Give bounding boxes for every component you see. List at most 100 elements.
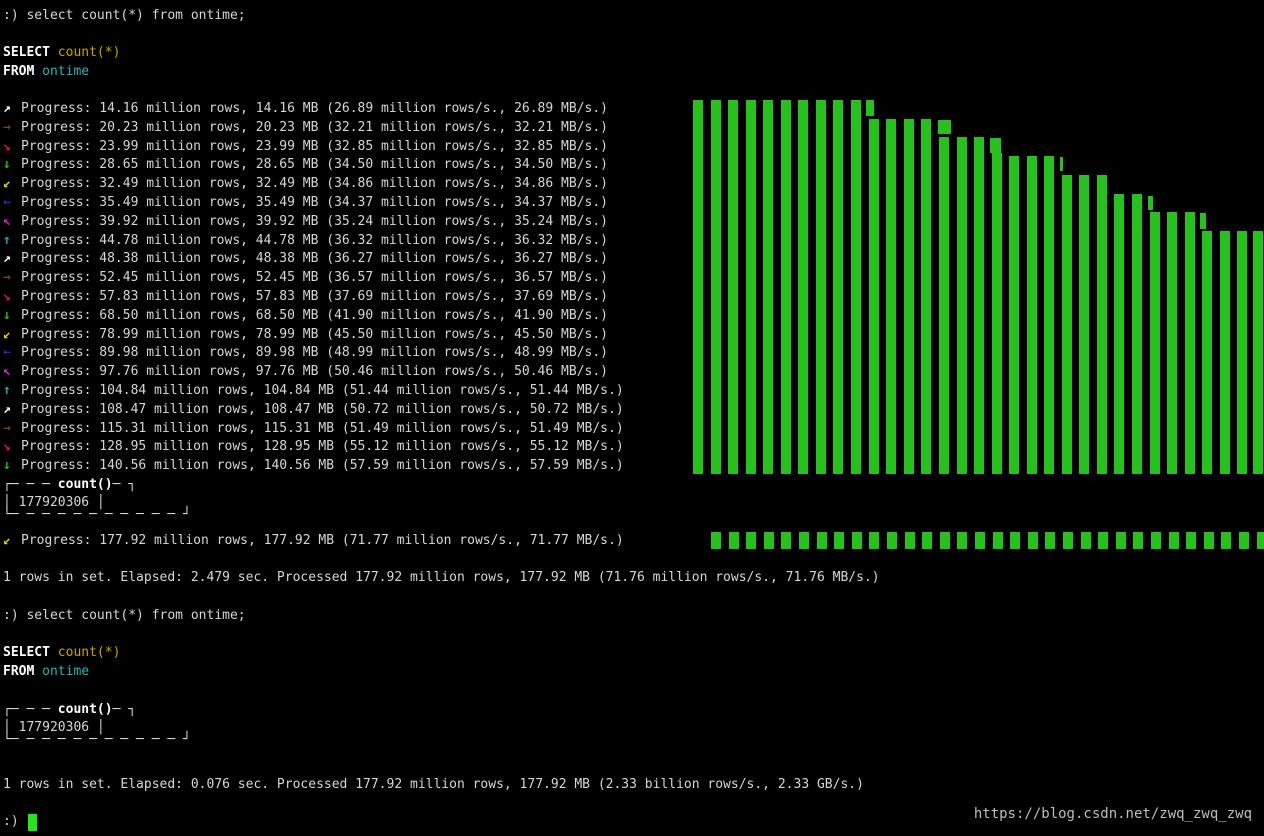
- spinner-arrow-icon: ←: [3, 345, 11, 360]
- spinner-arrow-icon: ↘: [3, 439, 11, 454]
- progress-line: ↗ Progress: 108.47 million rows, 108.47 M…: [3, 401, 624, 419]
- progress-line: ← Progress: 89.98 million rows, 89.98 MB …: [3, 344, 608, 362]
- progress-line: ↘ Progress: 128.95 million rows, 128.95 M…: [3, 438, 624, 456]
- progress-bar-segment: [1169, 532, 1179, 549]
- progress-bar-segment: [852, 532, 862, 549]
- spinner-arrow-icon: ↓: [3, 157, 11, 172]
- progress-text: Progress: 57.83 million rows, 57.83 MB (…: [21, 289, 608, 304]
- final-progress-line: ↙ Progress: 177.92 million rows, 177.92 M…: [3, 532, 624, 550]
- progress-text: Progress: 128.95 million rows, 128.95 MB…: [21, 439, 624, 454]
- watermark: https://blog.csdn.net/zwq_zwq_zwq: [973, 806, 1252, 822]
- sql-select-line: SELECT count(*): [3, 44, 120, 62]
- spinner-arrow-icon: ↗: [3, 402, 11, 417]
- spinner-arrow-icon: ↓: [3, 458, 11, 473]
- progress-text: Progress: 97.76 million rows, 97.76 MB (…: [21, 364, 608, 379]
- progress-text: Progress: 108.47 million rows, 108.47 MB…: [21, 402, 624, 417]
- progress-line: ↓ Progress: 28.65 million rows, 28.65 MB …: [3, 156, 608, 174]
- progress-line: ↓ Progress: 140.56 million rows, 140.56 M…: [3, 457, 624, 475]
- progress-bar-segment: [1221, 532, 1231, 549]
- progress-line: ↖ Progress: 97.76 million rows, 97.76 MB …: [3, 363, 608, 381]
- spinner-arrow-icon: →: [3, 120, 11, 135]
- progress-line: ← Progress: 35.49 million rows, 35.49 MB …: [3, 194, 608, 212]
- progress-bar-segment: [1185, 212, 1195, 474]
- progress-line: ↘ Progress: 23.99 million rows, 23.99 MB …: [3, 138, 608, 156]
- result-table-header-2: count(): [57, 702, 113, 717]
- progress-bar-segment: [1027, 156, 1037, 474]
- progress-bar-segment: [993, 532, 1003, 549]
- result-table-header: count(): [57, 477, 113, 492]
- progress-text: Progress: 89.98 million rows, 89.98 MB (…: [21, 345, 608, 360]
- progress-bar-segment: [693, 100, 703, 474]
- spinner-arrow-icon: ↘: [3, 289, 11, 304]
- summary-line-1: 1 rows in set. Elapsed: 2.479 sec. Proce…: [3, 570, 880, 585]
- progress-bar-segment: [990, 138, 1001, 153]
- progress-bar-segment: [1114, 194, 1124, 474]
- progress-bar-segment: [904, 119, 914, 474]
- progress-line: ↓ Progress: 68.50 million rows, 68.50 MB …: [3, 307, 608, 325]
- final-progress-text: Progress: 177.92 million rows, 177.92 MB…: [21, 533, 624, 548]
- progress-bar-segment: [1202, 231, 1212, 474]
- progress-bar-segment: [1081, 532, 1091, 549]
- summary-line-2: 1 rows in set. Elapsed: 0.076 sec. Proce…: [3, 777, 864, 792]
- progress-bar-segment: [746, 532, 756, 549]
- progress-text: Progress: 68.50 million rows, 68.50 MB (…: [21, 308, 608, 323]
- progress-bar-segment: [1257, 532, 1264, 549]
- progress-bar-segment: [1167, 212, 1177, 474]
- progress-text: Progress: 20.23 million rows, 20.23 MB (…: [21, 120, 608, 135]
- progress-bar-segment: [1009, 156, 1019, 474]
- sql-select-expression-2: count(*): [57, 645, 121, 660]
- result-table-2: ┌─ ─ ─ count()─ ┐ │ 177920306 │ └─ ─ ─ ─…: [3, 702, 191, 747]
- progress-bar-segment: [817, 532, 827, 549]
- progress-bar-segment: [1062, 175, 1072, 474]
- spinner-arrow-icon: ↓: [3, 308, 11, 323]
- progress-bar-segment: [957, 532, 967, 549]
- progress-line: ↙ Progress: 32.49 million rows, 32.49 MB …: [3, 175, 608, 193]
- command-prompt[interactable]: :): [3, 813, 19, 831]
- terminal-cursor[interactable]: [28, 814, 37, 831]
- progress-text: Progress: 32.49 million rows, 32.49 MB (…: [21, 176, 608, 191]
- spinner-arrow-icon: ↖: [3, 364, 11, 379]
- progress-bar-segment: [869, 119, 879, 474]
- progress-bar-segment: [921, 119, 931, 474]
- query-command-2: :) select count(*) from ontime;: [3, 608, 246, 623]
- progress-bar-segment: [1079, 175, 1089, 474]
- progress-bar-segment: [851, 100, 861, 474]
- spinner-arrow-icon: →: [3, 421, 11, 436]
- sql-from-table-2: ontime: [42, 664, 90, 679]
- progress-bar-segment: [781, 532, 791, 549]
- spinner-arrow-icon: →: [3, 270, 11, 285]
- progress-bar-segment: [1010, 532, 1020, 549]
- progress-bar-segment: [887, 532, 897, 549]
- progress-line: → Progress: 20.23 million rows, 20.23 MB …: [3, 119, 608, 137]
- sql-select-line-2: SELECT count(*): [3, 644, 120, 662]
- progress-line: ↑ Progress: 104.84 million rows, 104.84 M…: [3, 382, 624, 400]
- spinner-arrow-icon: ↑: [3, 383, 11, 398]
- spinner-arrow-icon: ↙: [3, 533, 11, 548]
- progress-bar-segment: [711, 532, 721, 549]
- spinner-arrow-icon: ↗: [3, 101, 11, 116]
- progress-bar-segment: [816, 100, 826, 474]
- progress-bar-segment: [1116, 532, 1126, 549]
- progress-bar-segment: [1098, 532, 1108, 549]
- progress-bar-segment: [729, 532, 739, 549]
- progress-bar-segment: [834, 532, 844, 549]
- progress-bar-segment: [905, 532, 915, 549]
- progress-bar-segment: [957, 137, 967, 474]
- progress-text: Progress: 28.65 million rows, 28.65 MB (…: [21, 157, 608, 172]
- progress-line: → Progress: 115.31 million rows, 115.31 M…: [3, 420, 624, 438]
- spinner-arrow-icon: ↗: [3, 251, 11, 266]
- progress-bar-segment: [1220, 231, 1230, 474]
- progress-bar-segment: [939, 137, 949, 474]
- progress-bar-segment: [975, 532, 985, 549]
- sql-from-keyword: FROM: [3, 64, 35, 79]
- progress-bar-segment: [1253, 231, 1263, 474]
- query-command: :) select count(*) from ontime;: [3, 8, 246, 23]
- progress-bar-segment: [869, 532, 879, 549]
- progress-text: Progress: 23.99 million rows, 23.99 MB (…: [21, 139, 608, 154]
- progress-bar-segment: [922, 532, 932, 549]
- progress-bar-segment: [1060, 157, 1063, 171]
- spinner-arrow-icon: ↖: [3, 214, 11, 229]
- progress-bar-segment: [833, 100, 843, 474]
- progress-bar-segment: [1239, 532, 1249, 549]
- progress-bar-segment: [1204, 532, 1214, 549]
